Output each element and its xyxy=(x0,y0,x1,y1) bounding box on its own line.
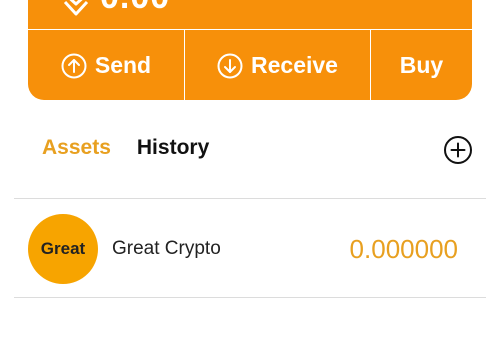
buy-label: Buy xyxy=(399,52,444,78)
add-asset-button[interactable] xyxy=(443,135,473,165)
balance-row: 0.00 xyxy=(62,0,170,28)
receive-button[interactable]: Receive xyxy=(184,30,370,100)
asset-tabs: Assets History xyxy=(42,136,235,160)
asset-name: Great Crypto xyxy=(112,238,221,259)
divider xyxy=(14,297,486,298)
ethereum-diamond-icon xyxy=(62,0,100,24)
tab-assets[interactable]: Assets xyxy=(42,136,111,160)
wallet-screen: 0.00 Send xyxy=(0,0,500,350)
receive-label: Receive xyxy=(251,52,338,78)
arrow-up-circle-icon xyxy=(61,53,95,79)
divider xyxy=(14,198,486,199)
buy-button[interactable]: Buy xyxy=(370,30,472,100)
wallet-balance-card: 0.00 Send xyxy=(28,0,472,100)
tab-history[interactable]: History xyxy=(137,136,209,160)
asset-amount: 0.000000 xyxy=(349,234,458,264)
send-button[interactable]: Send xyxy=(28,30,184,100)
wallet-actions: Send Receive Buy xyxy=(28,29,472,100)
arrow-down-circle-icon xyxy=(217,53,251,79)
asset-list-item[interactable]: Great Great Crypto 0.000000 xyxy=(28,214,472,284)
plus-circle-icon xyxy=(443,135,473,165)
send-label: Send xyxy=(94,52,152,78)
asset-avatar: Great xyxy=(28,214,98,284)
balance-value: 0.00 xyxy=(100,0,170,17)
